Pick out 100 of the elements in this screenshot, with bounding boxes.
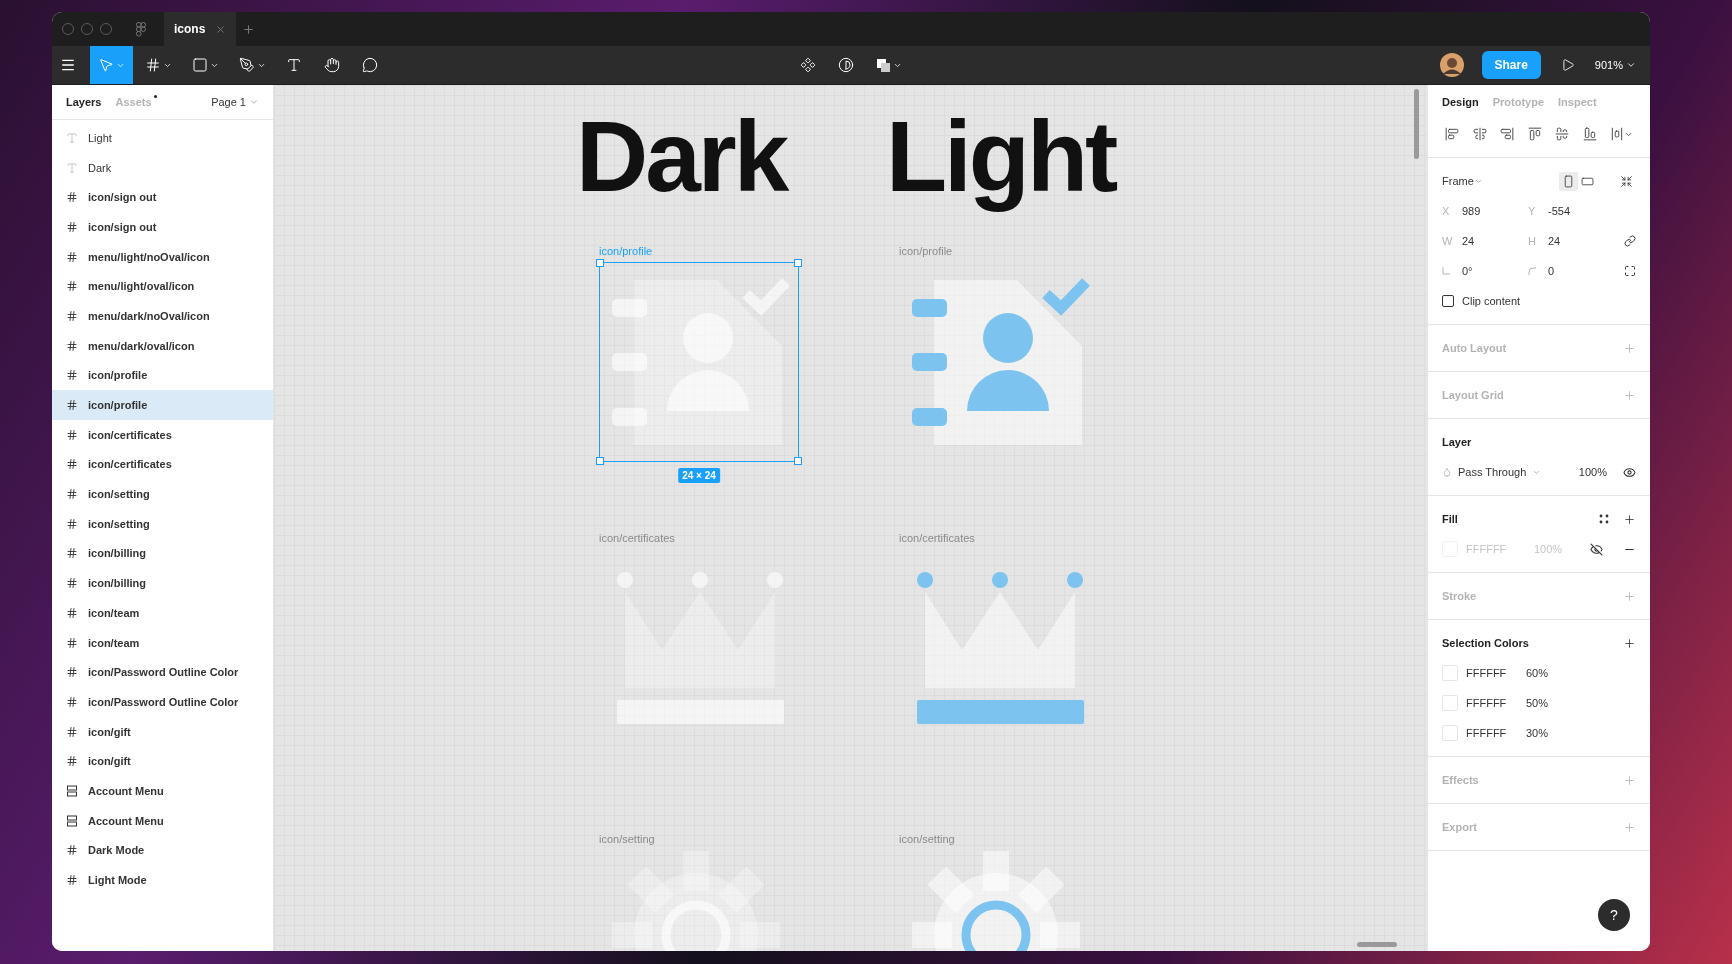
avatar[interactable] xyxy=(1439,53,1464,77)
layer-item[interactable]: icon/billing xyxy=(52,568,273,598)
constrain-icon[interactable] xyxy=(1624,235,1636,247)
hash-icon xyxy=(66,428,78,441)
page-dropdown[interactable]: Page 1 xyxy=(211,96,259,108)
resize-handle[interactable] xyxy=(596,259,604,267)
layer-item[interactable]: icon/billing xyxy=(52,538,273,569)
hash-icon xyxy=(66,874,78,887)
layer-item[interactable]: icon/sign out xyxy=(52,212,273,242)
layer-item[interactable]: icon/setting xyxy=(52,479,273,509)
layer-name: icon/certificates xyxy=(88,458,172,471)
color-swatch[interactable] xyxy=(1442,665,1458,681)
layer-name: Account Menu xyxy=(88,784,164,797)
layer-item[interactable]: Dark Mode xyxy=(52,835,273,866)
hash-icon xyxy=(66,488,78,501)
file-tab[interactable]: icons xyxy=(164,12,237,46)
scrollbar[interactable] xyxy=(1357,942,1397,947)
panel-tab[interactable]: Design xyxy=(1442,96,1479,108)
diamonds-icon xyxy=(800,57,816,73)
layer-item[interactable]: icon/setting xyxy=(52,508,273,539)
hash-icon xyxy=(66,755,78,768)
layer-name: icon/setting xyxy=(88,488,150,501)
frame-dropdown[interactable]: Frame xyxy=(1442,175,1474,187)
number-field[interactable]: Y -554 xyxy=(1528,199,1614,223)
number-field[interactable]: H 24 xyxy=(1528,229,1614,253)
layer-item[interactable]: icon/Password Outline Color xyxy=(52,657,273,688)
hash-icon xyxy=(66,280,78,293)
number-field[interactable]: X 989 xyxy=(1442,199,1528,223)
help-button[interactable]: ? xyxy=(1598,899,1630,931)
section-title: Selection Colors xyxy=(1442,637,1529,649)
hash-icon xyxy=(66,399,78,412)
hash-icon xyxy=(66,844,78,857)
text-icon xyxy=(286,57,302,73)
layer-item[interactable]: Account Menu xyxy=(52,776,273,806)
opacity-value: 50% xyxy=(1526,697,1549,709)
eye-icon[interactable] xyxy=(1623,465,1636,479)
layer-item[interactable]: menu/light/oval/icon xyxy=(52,271,273,302)
independent-corners-icon[interactable] xyxy=(1624,265,1636,277)
portrait-button[interactable] xyxy=(1559,171,1578,191)
layer-name: icon/Password Outline Color xyxy=(88,666,239,679)
layer-item[interactable]: Dark xyxy=(52,152,273,183)
hash-icon xyxy=(66,517,78,530)
layer-item[interactable]: icon/sign out xyxy=(52,182,273,213)
resize-handle[interactable] xyxy=(794,457,802,465)
contrast-icon xyxy=(838,57,854,73)
zoom-dropdown[interactable]: 901% xyxy=(1590,59,1640,71)
layer-item[interactable]: icon/profile xyxy=(52,390,273,420)
layer-item[interactable]: Light Mode xyxy=(52,865,273,895)
add-icon[interactable] xyxy=(1623,636,1636,650)
overlapping-squares-icon xyxy=(876,57,891,73)
layer-item[interactable]: icon/team xyxy=(52,598,273,628)
layer-item[interactable]: menu/dark/oval/icon xyxy=(52,330,273,361)
resize-handle[interactable] xyxy=(794,259,802,267)
layer-item[interactable]: icon/certificates xyxy=(52,449,273,480)
layer-item[interactable]: menu/dark/noOval/icon xyxy=(52,301,273,331)
color-swatch[interactable] xyxy=(1442,695,1458,711)
frame-label: icon/setting xyxy=(599,833,655,845)
checkbox[interactable] xyxy=(1442,295,1454,307)
layer-item[interactable]: icon/gift xyxy=(52,716,273,747)
blend-dropdown[interactable]: Pass Through xyxy=(1458,466,1527,478)
align-bottom-icon xyxy=(1582,127,1597,141)
add-icon[interactable] xyxy=(1623,512,1636,526)
layer-item[interactable]: icon/team xyxy=(52,627,273,658)
play-icon xyxy=(1560,58,1575,72)
logo-icon[interactable] xyxy=(136,21,146,37)
resize-handle[interactable] xyxy=(596,457,604,465)
caret-icon xyxy=(249,97,259,107)
section-title: Export xyxy=(1442,821,1477,833)
layer-item[interactable]: icon/gift xyxy=(52,746,273,777)
align-middle-icon xyxy=(1555,127,1569,141)
layer-name: icon/gift xyxy=(88,725,131,738)
hash-icon xyxy=(145,57,161,73)
layer-name: menu/dark/oval/icon xyxy=(88,339,195,352)
section-title: Layout Grid xyxy=(1442,389,1504,401)
eye-off-icon[interactable] xyxy=(1590,542,1603,556)
layer-item[interactable]: menu/light/noOval/icon xyxy=(52,241,273,272)
layer-name: icon/certificates xyxy=(88,428,172,441)
new-tab-icon[interactable] xyxy=(242,22,256,36)
text-icon xyxy=(66,131,78,144)
panel-tab[interactable]: Layers xyxy=(66,96,102,108)
layer-item[interactable]: Light xyxy=(52,123,273,153)
close-icon[interactable] xyxy=(215,23,227,35)
shrink-icon xyxy=(1620,174,1633,188)
speech-bubble-icon xyxy=(362,57,378,73)
frame-label: icon/profile xyxy=(599,245,653,257)
color-swatch[interactable] xyxy=(1442,725,1458,741)
number-field[interactable]: W 24 xyxy=(1442,229,1528,253)
style-dots-icon[interactable] xyxy=(1599,514,1609,524)
distribute-icon xyxy=(1610,127,1624,141)
layer-item[interactable]: icon/profile xyxy=(52,360,273,391)
layer-item[interactable]: icon/certificates xyxy=(52,419,273,450)
scrollbar[interactable] xyxy=(1414,89,1419,159)
hash-icon xyxy=(66,606,78,619)
number-field[interactable]: 0° xyxy=(1442,259,1528,283)
tall-rectangle-icon xyxy=(1562,174,1575,188)
layer-name: icon/sign out xyxy=(88,220,157,233)
layer-item[interactable]: Account Menu xyxy=(52,805,273,836)
number-field[interactable]: 0 xyxy=(1528,259,1614,283)
layer-item[interactable]: icon/Password Outline Color xyxy=(52,687,273,717)
hash-icon xyxy=(66,458,78,471)
